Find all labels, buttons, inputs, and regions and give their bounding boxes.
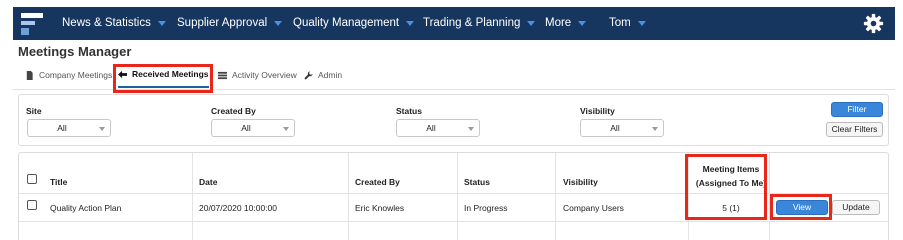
filter-label-created-by: Created By [211,106,256,116]
tab-label: Activity Overview [232,70,297,80]
cell-title: Quality Action Plan [50,203,122,213]
nav-label: Supplier Approval [177,17,268,29]
tab-activity-overview[interactable]: Activity Overview [218,62,297,88]
highlight-box [113,64,213,93]
nav-label: Tom [609,17,631,29]
caret-down-icon [406,21,415,26]
caret-down-icon [637,21,646,26]
filter-panel: Site All Created By All Status All Visib… [18,94,889,146]
visibility-select[interactable]: All [580,119,664,137]
caret-down-icon [527,21,536,26]
select-value: All [426,123,436,133]
page-title: Meetings Manager [18,44,132,59]
select-value: All [610,123,620,133]
column-header-created-by[interactable]: Created By [355,177,400,187]
chevron-down-icon [99,127,105,131]
caret-down-icon [274,21,283,26]
row-checkbox[interactable] [27,200,37,210]
tab-label: Company Meetings [39,70,113,80]
list-icon [218,71,227,79]
nav-label: News & Statistics [62,17,151,29]
column-header-title[interactable]: Title [50,177,67,187]
column-header-status[interactable]: Status [464,177,490,187]
tab-label: Admin [318,70,343,80]
highlight-box [685,154,767,220]
update-button[interactable]: Update [832,200,880,215]
select-all-checkbox[interactable] [27,174,37,184]
site-select[interactable]: All [27,119,111,137]
nav-trading-planning[interactable]: Trading & Planning [423,7,536,40]
nav-supplier-approval[interactable]: Supplier Approval [177,7,283,40]
top-nav-bar: News & Statistics Supplier Approval Qual… [13,7,895,40]
status-select[interactable]: All [396,119,480,137]
select-value: All [241,123,251,133]
tab-company-meetings[interactable]: Company Meetings [25,62,112,88]
highlight-box [770,194,832,220]
filter-label-site: Site [26,106,42,116]
cell-visibility: Company Users [563,203,624,213]
cell-date: 20/07/2020 10:00:00 [199,203,277,213]
nav-news-statistics[interactable]: News & Statistics [62,7,166,40]
column-header-visibility[interactable]: Visibility [563,177,598,187]
created-by-select[interactable]: All [211,119,295,137]
chevron-down-icon [468,127,474,131]
wrench-icon [304,70,313,80]
tab-admin[interactable]: Admin [304,62,342,88]
nav-label: Trading & Planning [423,17,521,29]
cell-status: In Progress [464,203,508,213]
filter-label-visibility: Visibility [580,106,615,116]
column-header-date[interactable]: Date [199,177,217,187]
nav-more[interactable]: More [545,7,587,40]
chevron-down-icon [652,127,658,131]
app-logo[interactable] [21,13,43,35]
chevron-down-icon [283,127,289,131]
nav-user-menu[interactable]: Tom [609,7,646,40]
caret-down-icon [157,21,166,26]
gear-icon[interactable] [863,13,884,34]
nav-label: More [545,17,572,29]
nav-quality-management[interactable]: Quality Management [293,7,415,40]
caret-down-icon [578,21,587,26]
filter-label-status: Status [396,106,422,116]
filter-button[interactable]: Filter [831,102,883,117]
cell-created-by: Eric Knowles [355,203,405,213]
nav-label: Quality Management [293,17,400,29]
document-icon [26,70,33,80]
select-value: All [57,123,67,133]
clear-filters-button[interactable]: Clear Filters [826,122,883,137]
